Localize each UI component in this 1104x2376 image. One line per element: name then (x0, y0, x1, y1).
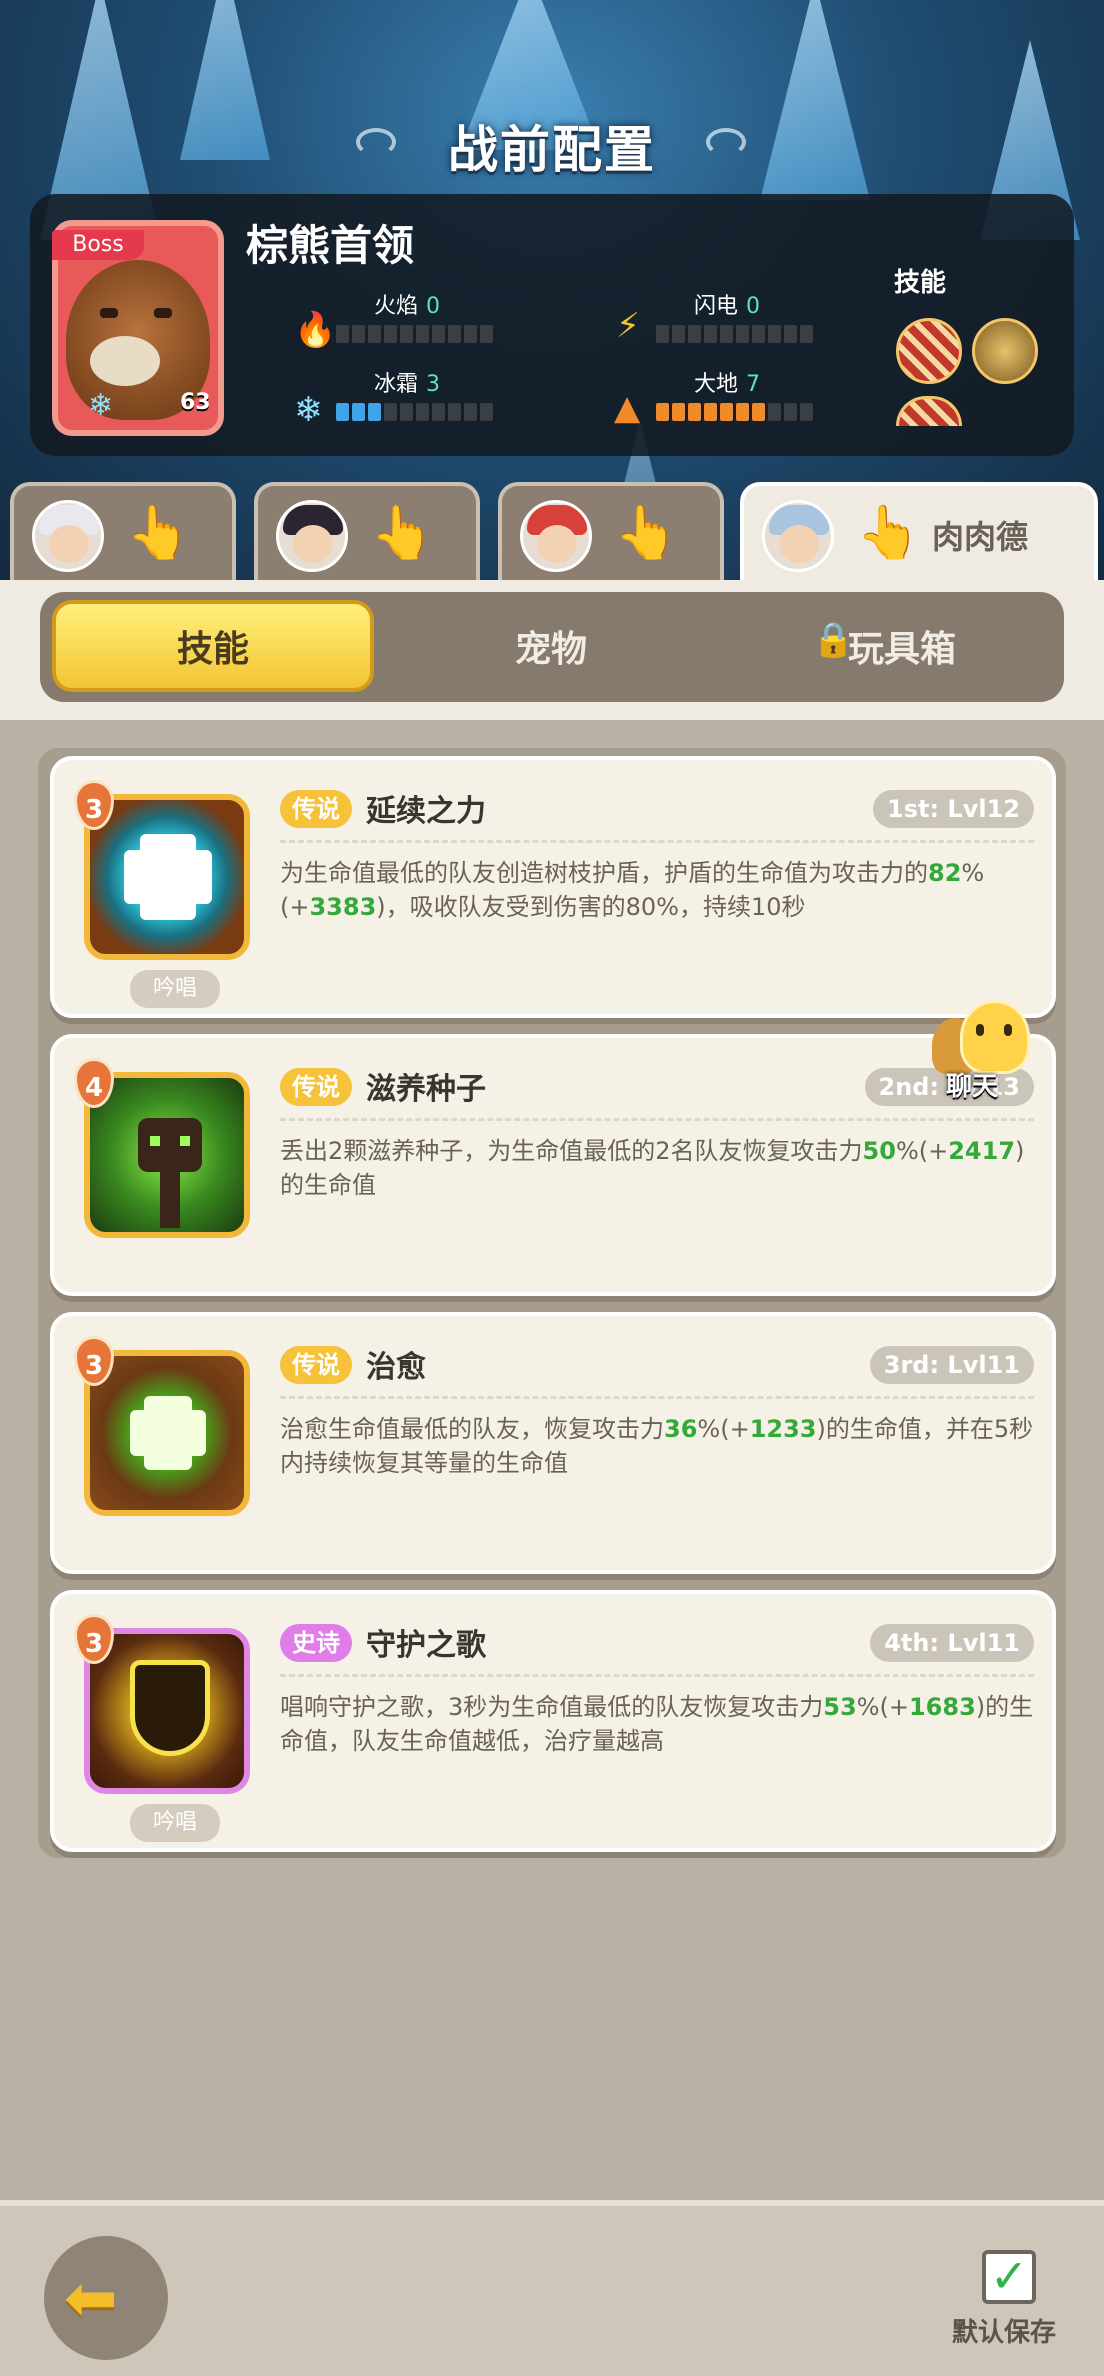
tap-hand-icon: 👆 (856, 503, 921, 563)
rarity-badge: 传说 (280, 790, 352, 828)
fire-icon: 🔥 (294, 310, 337, 350)
hero-name: 肉肉德 (932, 518, 1029, 556)
chant-tag: 吟唱 (130, 1804, 220, 1842)
lightning-bar (656, 325, 813, 345)
boss-skill-earth-icon[interactable] (972, 318, 1038, 384)
rarity-badge: 传说 (280, 1346, 352, 1384)
skill-description: 唱响守护之歌，3秒为生命值最低的队友恢复攻击力53%(+1683)的生命值，队友… (280, 1693, 1034, 1755)
boss-badge: Boss (52, 230, 144, 260)
hero-avatar (762, 500, 834, 572)
frost-element-icon: ❄ (88, 388, 114, 423)
rarity-badge: 传说 (280, 1068, 352, 1106)
skill-name: 守护之歌 (366, 1628, 486, 1663)
tab-pets[interactable]: 宠物 (390, 620, 712, 672)
skill-description: 治愈生命值最低的队友，恢复攻击力36%(+1233)的生命值，并在5秒内持续恢复… (280, 1415, 1034, 1477)
fire-bar (336, 325, 493, 345)
skill-card[interactable]: 3 吟唱 传说 延续之力 1st: Lvl12 为生命值最低的队友创造树枝护盾，… (50, 756, 1056, 1018)
boss-name: 棕熊首领 (246, 221, 415, 270)
hero-tab-3[interactable]: 👆 (498, 482, 724, 582)
earth-icon: ▲ (614, 388, 641, 428)
boss-skill-claw-icon[interactable] (896, 318, 962, 384)
hero-tab-4-active[interactable]: 👆 (740, 482, 1098, 582)
tap-hand-icon: 👆 (614, 503, 679, 563)
tab-toybox[interactable]: 玩具箱 (848, 620, 956, 672)
earth-bar (656, 403, 813, 423)
back-arrow-icon[interactable]: ⬅ (64, 2262, 118, 2336)
frost-stat: 冰霜 3 (374, 372, 441, 397)
chat-blob-icon (960, 1000, 1030, 1074)
skill-name: 治愈 (366, 1350, 426, 1385)
hero-avatar (32, 500, 104, 572)
chat-button[interactable]: 聊天 (932, 1000, 1042, 1102)
tap-hand-icon: 👆 (370, 503, 435, 563)
default-save-checkbox[interactable]: ✓ (982, 2250, 1036, 2304)
frost-bar (336, 403, 493, 423)
lightning-stat: 闪电 0 (694, 294, 761, 319)
skill-card[interactable]: 4 传说 滋养种子 2nd: Lvl13 丢出2颗滋养种子，为生命值最低的2名队… (50, 1034, 1056, 1296)
skill-card[interactable]: 3 传说 治愈 3rd: Lvl11 治愈生命值最低的队友，恢复攻击力36%(+… (50, 1312, 1056, 1574)
boss-skills-label: 技能 (894, 268, 947, 298)
skill-slot-level: 3rd: Lvl11 (869, 1346, 1034, 1384)
chant-tag: 吟唱 (130, 970, 220, 1008)
skill-name: 延续之力 (366, 794, 486, 829)
frost-icon: ❄ (294, 390, 323, 430)
hero-avatar (276, 500, 348, 572)
hero-tab-1[interactable]: 👆 (10, 482, 236, 582)
skill-name: 滋养种子 (366, 1072, 486, 1107)
skill-slot-level: 4th: Lvl11 (870, 1624, 1034, 1662)
earth-stat: 大地 7 (694, 372, 761, 397)
skill-description: 丢出2颗滋养种子，为生命值最低的2名队友恢复攻击力50%(+2417)的生命值 (280, 1137, 1025, 1199)
hero-tab-2[interactable]: 👆 (254, 482, 480, 582)
default-save-label: 默认保存 (952, 2318, 1057, 2348)
chat-label: 聊天 (946, 1072, 999, 1102)
skill-slot-level: 1st: Lvl12 (873, 790, 1034, 828)
lightning-icon: ⚡ (616, 306, 640, 346)
fire-stat: 火焰 0 (374, 294, 441, 319)
skill-description: 为生命值最低的队友创造树枝护盾，护盾的生命值为攻击力的82%(+3383)，吸收… (280, 859, 985, 921)
hero-avatar (520, 500, 592, 572)
page-title: 战前配置 (448, 121, 656, 179)
skill-card[interactable]: 3 吟唱 史诗 守护之歌 4th: Lvl11 唱响守护之歌，3秒为生命值最低的… (50, 1590, 1056, 1852)
boss-level: 63 (180, 390, 211, 415)
rarity-badge: 史诗 (280, 1624, 352, 1662)
tap-hand-icon: 👆 (126, 503, 191, 563)
tab-skills[interactable]: 技能 (52, 620, 374, 672)
